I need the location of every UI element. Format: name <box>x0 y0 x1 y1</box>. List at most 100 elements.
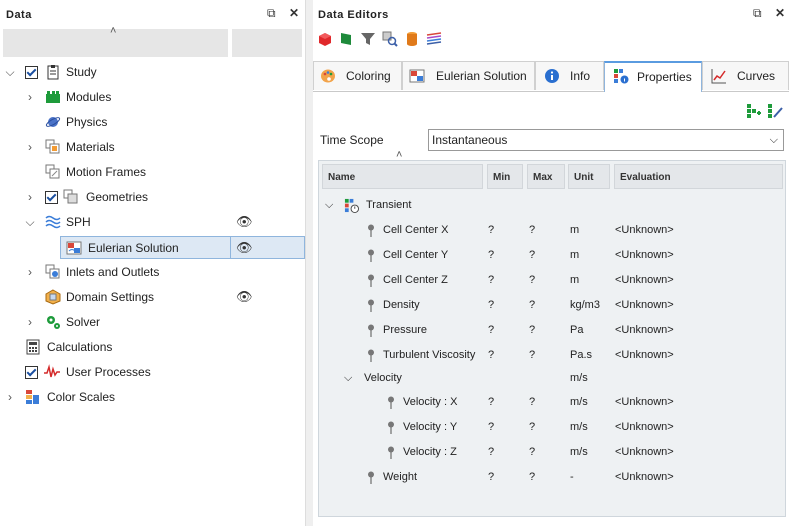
tree-item-calculations[interactable]: Calculations <box>0 336 305 358</box>
tab-info[interactable]: Info <box>535 61 604 90</box>
group-label: Transient <box>366 199 412 211</box>
eye-icon[interactable]: 👁 <box>236 286 253 308</box>
property-unit: - <box>570 471 574 483</box>
property-row[interactable]: Velocity : Y?? m/s <Unknown> <box>319 415 785 440</box>
close-icon[interactable]: ✕ <box>289 6 299 20</box>
chevron-right-icon[interactable]: › <box>25 186 35 208</box>
property-row[interactable]: Cell Center Y?? m <Unknown> <box>319 243 785 268</box>
tree-item-label: Solver <box>66 315 101 329</box>
column-header-min[interactable]: Min <box>487 164 523 189</box>
column-header-unit[interactable]: Unit <box>568 164 610 189</box>
group-row-transient[interactable]: ⌵ Transient <box>319 193 785 218</box>
inlets-outlets-icon <box>45 264 60 279</box>
color-lines-icon[interactable] <box>426 31 442 47</box>
tree-item-label: Calculations <box>47 340 113 354</box>
property-unit: m/s <box>570 396 588 408</box>
sort-up-icon: ˄ <box>110 25 117 37</box>
tab-label: Properties <box>637 70 692 84</box>
property-name: Pressure <box>383 324 428 336</box>
pin-icon <box>368 324 374 337</box>
column-header-name[interactable]: Name <box>322 164 483 189</box>
pin-icon <box>388 446 394 459</box>
visibility-header[interactable] <box>232 29 302 57</box>
tree-item-sph[interactable]: ⌵ SPH 👁 <box>0 211 305 233</box>
property-row[interactable]: Cell Center Z?? m <Unknown> <box>319 268 785 293</box>
property-name: Velocity : Z <box>403 446 457 458</box>
chevron-right-icon[interactable]: › <box>25 86 35 108</box>
property-row[interactable]: Cell Center X?? m <Unknown> <box>319 218 785 243</box>
tree-item-study[interactable]: ⌵ Study <box>0 61 305 83</box>
property-row[interactable]: Velocity : Z?? m/s <Unknown> <box>319 440 785 465</box>
group-row-velocity[interactable]: ⌵ Velocity m/s <box>319 366 785 391</box>
chevron-right-icon[interactable]: › <box>25 136 35 158</box>
property-name: Cell Center X <box>383 224 449 236</box>
waves-icon <box>45 215 61 229</box>
column-header-max[interactable]: Max <box>527 164 565 189</box>
pin-icon <box>368 349 374 362</box>
tree-item-color-scales[interactable]: › Color Scales <box>0 386 305 408</box>
property-min: ? <box>488 471 495 483</box>
chevron-right-icon[interactable]: › <box>5 386 15 408</box>
tree-item-solver[interactable]: › Solver <box>0 311 305 333</box>
calculator-icon <box>26 339 40 355</box>
property-name: Turbulent Viscosity <box>383 349 476 361</box>
tree-item-inlets-outlets[interactable]: › Inlets and Outlets <box>0 261 305 283</box>
info-icon <box>545 69 559 83</box>
float-window-icon[interactable]: ⧉ <box>267 6 276 21</box>
checkbox[interactable] <box>25 366 38 379</box>
add-property-icon[interactable] <box>746 103 762 119</box>
property-evaluation: <Unknown> <box>615 471 674 483</box>
tab-properties[interactable]: Properties <box>604 61 702 92</box>
column-header-evaluation[interactable]: Evaluation <box>614 164 783 189</box>
property-unit: m <box>570 274 580 286</box>
tree-item-physics[interactable]: Physics <box>0 111 305 133</box>
tab-coloring[interactable]: Coloring <box>313 61 402 90</box>
property-unit: kg/m3 <box>570 299 600 311</box>
color-scales-icon <box>26 390 39 404</box>
property-min: ? <box>488 324 495 336</box>
database-icon[interactable] <box>404 31 420 47</box>
time-scope-select[interactable]: Instantaneous ⌵ <box>428 129 784 151</box>
close-icon[interactable]: ✕ <box>775 6 785 20</box>
eye-icon[interactable]: 👁 <box>236 211 253 233</box>
chevron-down-icon[interactable]: ⌵ <box>325 193 333 218</box>
group-unit: m/s <box>570 372 588 384</box>
float-window-icon[interactable]: ⧉ <box>753 6 762 21</box>
tab-eulerian-solution[interactable]: Eulerian Solution <box>402 61 535 90</box>
find-icon[interactable] <box>382 31 398 47</box>
chevron-right-icon[interactable]: › <box>25 311 35 333</box>
edit-property-icon[interactable] <box>767 103 783 119</box>
chevron-down-icon: ⌵ <box>769 134 778 146</box>
checkbox[interactable] <box>45 191 58 204</box>
chevron-down-icon[interactable]: ⌵ <box>5 61 15 83</box>
chevron-down-icon[interactable]: ⌵ <box>25 211 35 233</box>
tree-item-label: Inlets and Outlets <box>66 265 160 279</box>
property-evaluation: <Unknown> <box>615 396 674 408</box>
tree-item-user-processes[interactable]: User Processes <box>0 361 305 383</box>
property-row[interactable]: Velocity : X?? m/s <Unknown> <box>319 390 785 415</box>
tab-curves[interactable]: Curves <box>702 61 789 90</box>
property-min: ? <box>488 299 495 311</box>
data-editors-panel: Data Editors ⧉ ✕ Coloring Eulerian Solut… <box>313 0 789 526</box>
red-cube-icon[interactable] <box>317 31 333 47</box>
curve-chart-icon <box>711 69 726 84</box>
green-flag-icon[interactable] <box>338 31 354 47</box>
tree-item-eulerian-solution[interactable]: Eulerian Solution 👁 <box>60 236 305 259</box>
chevron-right-icon[interactable]: › <box>25 261 35 283</box>
property-row[interactable]: Weight?? - <Unknown> <box>319 465 785 490</box>
tree-item-motion-frames[interactable]: Motion Frames <box>0 161 305 183</box>
tree-item-domain-settings[interactable]: Domain Settings 👁 <box>0 286 305 308</box>
eye-icon[interactable]: 👁 <box>236 237 253 259</box>
property-name: Density <box>383 299 420 311</box>
checkbox[interactable] <box>25 66 38 79</box>
property-row[interactable]: Pressure?? Pa <Unknown> <box>319 318 785 343</box>
tree-item-geometries[interactable]: › Geometries <box>0 186 305 208</box>
chevron-down-icon[interactable]: ⌵ <box>344 366 352 391</box>
tree-header[interactable]: ˄ <box>3 25 228 57</box>
property-unit: m/s <box>570 446 588 458</box>
tree-item-materials[interactable]: › Materials <box>0 136 305 158</box>
filter-icon[interactable] <box>360 31 376 47</box>
property-row[interactable]: Density?? kg/m3 <Unknown> <box>319 293 785 318</box>
tree-item-modules[interactable]: › Modules <box>0 86 305 108</box>
property-row[interactable]: Turbulent Viscosity?? Pa.s <Unknown> <box>319 343 785 368</box>
